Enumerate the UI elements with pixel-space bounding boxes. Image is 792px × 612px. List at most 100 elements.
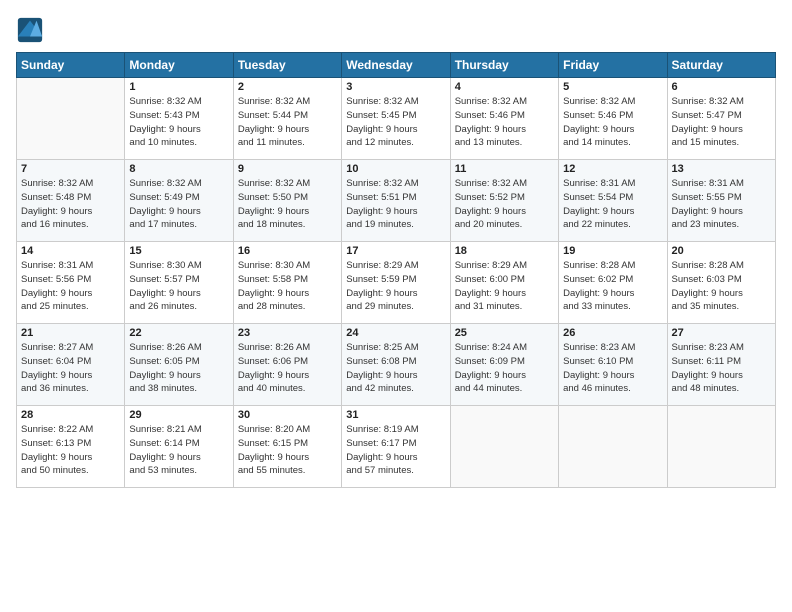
day-info: Sunrise: 8:21 AM Sunset: 6:14 PM Dayligh…: [129, 423, 228, 478]
day-number: 11: [455, 163, 554, 175]
day-info: Sunrise: 8:32 AM Sunset: 5:43 PM Dayligh…: [129, 95, 228, 150]
calendar-cell: 19 Sunrise: 8:28 AM Sunset: 6:02 PM Dayli…: [559, 242, 667, 324]
day-info: Sunrise: 8:22 AM Sunset: 6:13 PM Dayligh…: [21, 423, 120, 478]
day-info: Sunrise: 8:32 AM Sunset: 5:44 PM Dayligh…: [238, 95, 337, 150]
weekday-header: Friday: [559, 53, 667, 78]
day-number: 17: [346, 245, 445, 257]
calendar-cell: 27Sunrise: 8:23 AM Sunset: 6:11 PM Dayli…: [667, 324, 775, 406]
logo: [16, 16, 46, 44]
weekday-header: Thursday: [450, 53, 558, 78]
day-info: Sunrise: 8:23 AM Sunset: 6:11 PM Dayligh…: [672, 341, 771, 396]
calendar-cell: 25 Sunrise: 8:24 AM Sunset: 6:09 PM Dayli…: [450, 324, 558, 406]
calendar-week-row: 1 Sunrise: 8:32 AM Sunset: 5:43 PM Daylig…: [17, 78, 776, 160]
page-container: SundayMondayTuesdayWednesdayThursdayFrid…: [0, 0, 792, 612]
calendar-header-row: SundayMondayTuesdayWednesdayThursdayFrid…: [17, 53, 776, 78]
day-number: 14: [21, 245, 120, 257]
day-number: 16: [238, 245, 337, 257]
calendar-cell: 18Sunrise: 8:29 AM Sunset: 6:00 PM Dayli…: [450, 242, 558, 324]
weekday-header: Tuesday: [233, 53, 341, 78]
calendar-cell: 8 Sunrise: 8:32 AM Sunset: 5:49 PM Daylig…: [125, 160, 233, 242]
day-number: 15: [129, 245, 228, 257]
calendar-cell: [559, 406, 667, 488]
day-number: 12: [563, 163, 662, 175]
day-number: 9: [238, 163, 337, 175]
day-number: 22: [129, 327, 228, 339]
day-info: Sunrise: 8:29 AM Sunset: 6:00 PM Dayligh…: [455, 259, 554, 314]
day-info: Sunrise: 8:29 AM Sunset: 5:59 PM Dayligh…: [346, 259, 445, 314]
day-number: 19: [563, 245, 662, 257]
day-info: Sunrise: 8:32 AM Sunset: 5:52 PM Dayligh…: [455, 177, 554, 232]
day-info: Sunrise: 8:30 AM Sunset: 5:57 PM Dayligh…: [129, 259, 228, 314]
day-number: 8: [129, 163, 228, 175]
calendar-cell: 14 Sunrise: 8:31 AM Sunset: 5:56 PM Dayli…: [17, 242, 125, 324]
calendar-cell: 22Sunrise: 8:26 AM Sunset: 6:05 PM Dayli…: [125, 324, 233, 406]
calendar-week-row: 7 Sunrise: 8:32 AM Sunset: 5:48 PM Daylig…: [17, 160, 776, 242]
calendar-cell: 31Sunrise: 8:19 AM Sunset: 6:17 PM Dayli…: [342, 406, 450, 488]
day-number: 23: [238, 327, 337, 339]
day-info: Sunrise: 8:32 AM Sunset: 5:48 PM Dayligh…: [21, 177, 120, 232]
day-info: Sunrise: 8:31 AM Sunset: 5:56 PM Dayligh…: [21, 259, 120, 314]
day-info: Sunrise: 8:20 AM Sunset: 6:15 PM Dayligh…: [238, 423, 337, 478]
day-number: 29: [129, 409, 228, 421]
calendar-cell: 21Sunrise: 8:27 AM Sunset: 6:04 PM Dayli…: [17, 324, 125, 406]
weekday-header: Monday: [125, 53, 233, 78]
day-number: 6: [672, 81, 771, 93]
day-info: Sunrise: 8:28 AM Sunset: 6:02 PM Dayligh…: [563, 259, 662, 314]
calendar-cell: 1 Sunrise: 8:32 AM Sunset: 5:43 PM Daylig…: [125, 78, 233, 160]
day-info: Sunrise: 8:27 AM Sunset: 6:04 PM Dayligh…: [21, 341, 120, 396]
calendar-cell: 17 Sunrise: 8:29 AM Sunset: 5:59 PM Dayli…: [342, 242, 450, 324]
day-info: Sunrise: 8:32 AM Sunset: 5:46 PM Dayligh…: [455, 95, 554, 150]
calendar-cell: 23 Sunrise: 8:26 AM Sunset: 6:06 PM Dayli…: [233, 324, 341, 406]
logo-icon: [16, 16, 44, 44]
calendar-cell: 6Sunrise: 8:32 AM Sunset: 5:47 PM Daylig…: [667, 78, 775, 160]
calendar-cell: 9 Sunrise: 8:32 AM Sunset: 5:50 PM Daylig…: [233, 160, 341, 242]
day-number: 7: [21, 163, 120, 175]
calendar-cell: 30 Sunrise: 8:20 AM Sunset: 6:15 PM Dayli…: [233, 406, 341, 488]
day-info: Sunrise: 8:32 AM Sunset: 5:51 PM Dayligh…: [346, 177, 445, 232]
day-info: Sunrise: 8:25 AM Sunset: 6:08 PM Dayligh…: [346, 341, 445, 396]
day-number: 20: [672, 245, 771, 257]
weekday-header: Wednesday: [342, 53, 450, 78]
calendar-cell: 2 Sunrise: 8:32 AM Sunset: 5:44 PM Daylig…: [233, 78, 341, 160]
weekday-header: Saturday: [667, 53, 775, 78]
day-number: 26: [563, 327, 662, 339]
day-number: 3: [346, 81, 445, 93]
calendar-week-row: 28 Sunrise: 8:22 AM Sunset: 6:13 PM Dayli…: [17, 406, 776, 488]
calendar-cell: 5 Sunrise: 8:32 AM Sunset: 5:46 PM Daylig…: [559, 78, 667, 160]
calendar-cell: 3 Sunrise: 8:32 AM Sunset: 5:45 PM Daylig…: [342, 78, 450, 160]
weekday-header: Sunday: [17, 53, 125, 78]
calendar-cell: [17, 78, 125, 160]
day-number: 1: [129, 81, 228, 93]
day-number: 25: [455, 327, 554, 339]
header: [16, 16, 776, 44]
calendar-cell: 26 Sunrise: 8:23 AM Sunset: 6:10 PM Dayli…: [559, 324, 667, 406]
day-info: Sunrise: 8:32 AM Sunset: 5:50 PM Dayligh…: [238, 177, 337, 232]
day-info: Sunrise: 8:23 AM Sunset: 6:10 PM Dayligh…: [563, 341, 662, 396]
calendar-cell: 15 Sunrise: 8:30 AM Sunset: 5:57 PM Dayli…: [125, 242, 233, 324]
day-info: Sunrise: 8:31 AM Sunset: 5:55 PM Dayligh…: [672, 177, 771, 232]
day-number: 24: [346, 327, 445, 339]
calendar-week-row: 21Sunrise: 8:27 AM Sunset: 6:04 PM Dayli…: [17, 324, 776, 406]
calendar-cell: [450, 406, 558, 488]
day-info: Sunrise: 8:19 AM Sunset: 6:17 PM Dayligh…: [346, 423, 445, 478]
day-info: Sunrise: 8:26 AM Sunset: 6:06 PM Dayligh…: [238, 341, 337, 396]
day-info: Sunrise: 8:24 AM Sunset: 6:09 PM Dayligh…: [455, 341, 554, 396]
calendar-cell: [667, 406, 775, 488]
day-info: Sunrise: 8:32 AM Sunset: 5:49 PM Dayligh…: [129, 177, 228, 232]
calendar-cell: 16 Sunrise: 8:30 AM Sunset: 5:58 PM Dayli…: [233, 242, 341, 324]
day-number: 10: [346, 163, 445, 175]
calendar-cell: 13Sunrise: 8:31 AM Sunset: 5:55 PM Dayli…: [667, 160, 775, 242]
calendar-cell: 7 Sunrise: 8:32 AM Sunset: 5:48 PM Daylig…: [17, 160, 125, 242]
calendar-cell: 24 Sunrise: 8:25 AM Sunset: 6:08 PM Dayli…: [342, 324, 450, 406]
day-info: Sunrise: 8:31 AM Sunset: 5:54 PM Dayligh…: [563, 177, 662, 232]
day-info: Sunrise: 8:30 AM Sunset: 5:58 PM Dayligh…: [238, 259, 337, 314]
day-number: 30: [238, 409, 337, 421]
day-info: Sunrise: 8:28 AM Sunset: 6:03 PM Dayligh…: [672, 259, 771, 314]
day-info: Sunrise: 8:32 AM Sunset: 5:45 PM Dayligh…: [346, 95, 445, 150]
calendar-cell: 11 Sunrise: 8:32 AM Sunset: 5:52 PM Dayli…: [450, 160, 558, 242]
day-info: Sunrise: 8:32 AM Sunset: 5:46 PM Dayligh…: [563, 95, 662, 150]
day-number: 5: [563, 81, 662, 93]
calendar-table: SundayMondayTuesdayWednesdayThursdayFrid…: [16, 52, 776, 488]
day-number: 28: [21, 409, 120, 421]
day-number: 2: [238, 81, 337, 93]
